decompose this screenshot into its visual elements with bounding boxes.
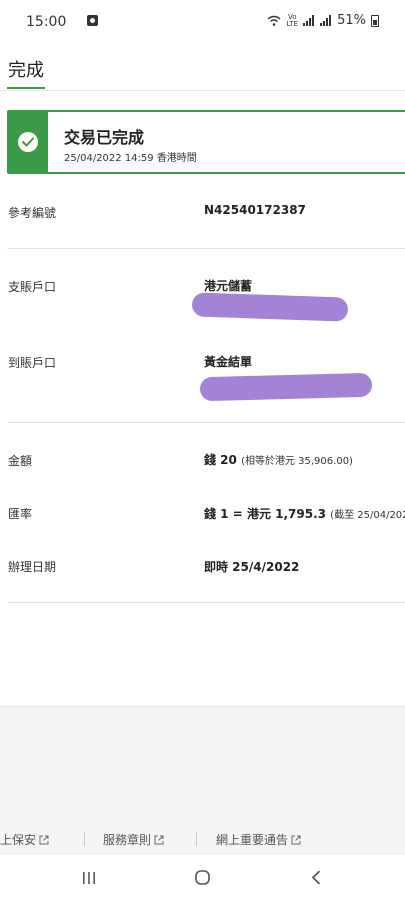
banner-accent xyxy=(9,112,48,172)
processing-date-value: 即時 25/4/2022 xyxy=(204,560,300,574)
divider xyxy=(7,422,405,423)
volte-icon: Vo LTE xyxy=(286,12,299,28)
external-link-icon xyxy=(291,835,301,845)
external-link-icon xyxy=(154,835,164,845)
banner-title: 交易已完成 xyxy=(64,128,145,147)
credit-account-label: 到賬戶口 xyxy=(8,356,57,370)
debit-account-label: 支賬戶口 xyxy=(8,280,57,294)
status-time: 15:00 xyxy=(26,14,67,30)
status-indicators: Vo LTE 51% xyxy=(267,13,379,28)
footer-link-label: 網上保安 xyxy=(0,833,37,847)
tab-complete[interactable]: 完成 xyxy=(8,56,44,82)
external-link-icon xyxy=(39,835,49,845)
system-nav-bar xyxy=(0,855,405,900)
header-divider xyxy=(0,90,405,91)
check-icon xyxy=(18,132,38,152)
rate-note: (截至 25/04/2022 xyxy=(330,510,405,521)
rate-main: 錢 1 = 港元 1,795.3 xyxy=(204,507,326,521)
success-banner: 交易已完成 25/04/2022 14:59 香港時間 xyxy=(7,110,405,174)
reference-value: N42540172387 xyxy=(204,203,306,217)
footer-links: 網上保安 服務章則 網上重要通告 xyxy=(0,831,405,851)
redaction-mark xyxy=(199,372,373,402)
footer-link-notices[interactable]: 網上重要通告 xyxy=(216,831,301,848)
banner-timestamp: 25/04/2022 14:59 香港時間 xyxy=(64,153,197,164)
divider xyxy=(7,602,405,603)
battery-icon xyxy=(371,14,379,27)
processing-date-label: 辦理日期 xyxy=(8,560,57,574)
amount-note: (相等於港元 35,906.00) xyxy=(241,456,353,467)
wifi-icon xyxy=(268,15,281,26)
notification-app-icon xyxy=(87,15,98,26)
footer-link-online-security[interactable]: 網上保安 xyxy=(0,831,49,848)
status-bar: 15:00 Vo LTE 51% xyxy=(0,0,405,46)
footer-link-label: 網上重要通告 xyxy=(216,833,289,847)
credit-account-name: 黃金結單 xyxy=(204,355,253,369)
debit-account-name: 港元儲蓄 xyxy=(204,279,253,293)
back-icon[interactable] xyxy=(311,870,321,885)
redaction-mark xyxy=(191,292,349,322)
amount-main: 錢 20 xyxy=(204,453,237,467)
signal-icon-2 xyxy=(320,15,332,26)
footer-separator xyxy=(196,832,197,846)
home-icon[interactable] xyxy=(195,870,210,885)
reference-label: 參考編號 xyxy=(8,206,57,220)
tab-active-indicator xyxy=(7,87,45,89)
rate-value: 錢 1 = 港元 1,795.3 (截至 25/04/2022 xyxy=(204,505,405,522)
divider xyxy=(7,248,405,249)
footer-link-terms[interactable]: 服務章則 xyxy=(103,831,164,848)
amount-label: 金額 xyxy=(8,454,33,468)
amount-value: 錢 20 (相等於港元 35,906.00) xyxy=(204,451,353,468)
rate-label: 匯率 xyxy=(8,507,33,521)
battery-percent: 51% xyxy=(337,13,366,28)
footer-separator xyxy=(84,832,85,846)
signal-icon xyxy=(303,15,315,26)
recent-apps-icon[interactable] xyxy=(82,871,96,885)
footer-link-label: 服務章則 xyxy=(103,833,152,847)
